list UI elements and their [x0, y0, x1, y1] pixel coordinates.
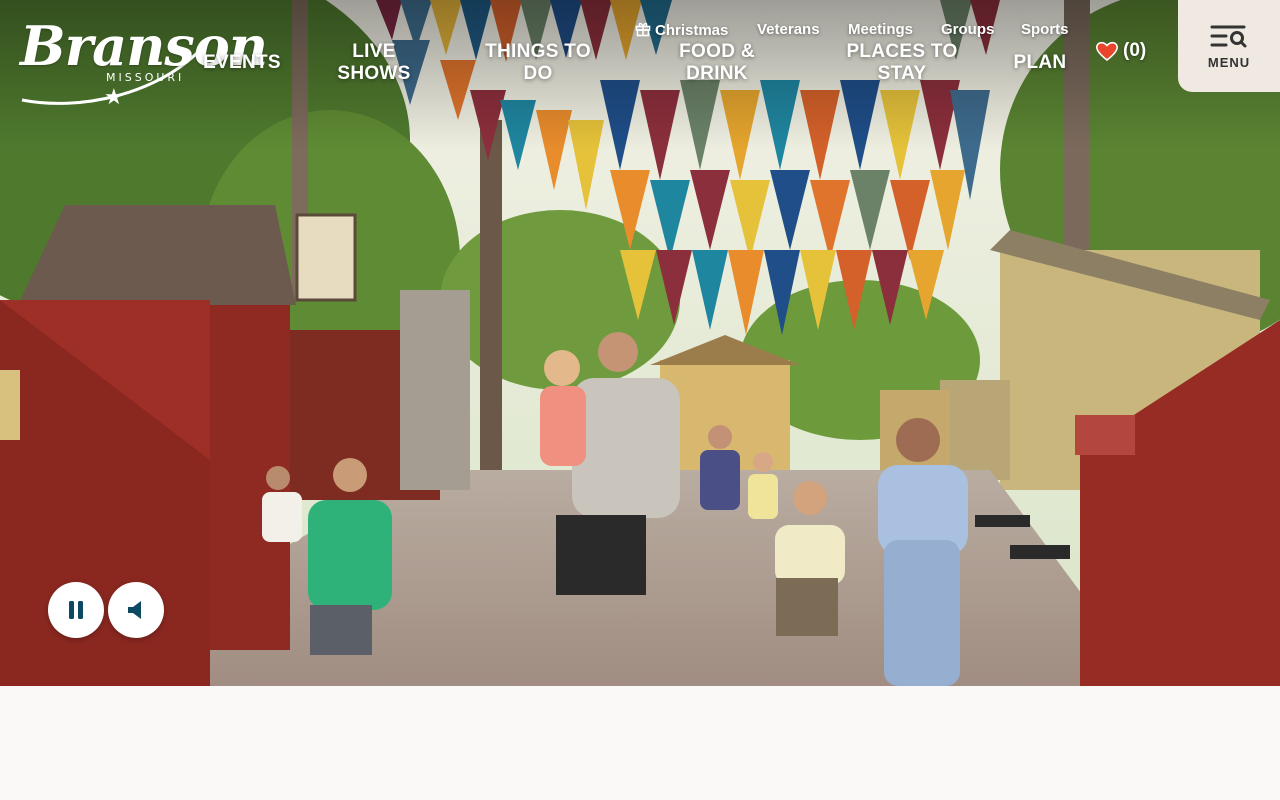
branson-logo[interactable]: Branson MISSOURI ★: [18, 16, 268, 111]
logo-state: MISSOURI: [106, 71, 185, 84]
nav-things-to-do[interactable]: THINGS TO DO: [474, 41, 602, 85]
nav-food-drink[interactable]: FOOD & DRINK: [664, 41, 770, 85]
menu-button[interactable]: MENU: [1178, 0, 1280, 92]
nav-events[interactable]: EVENTS: [198, 52, 286, 74]
menu-label: MENU: [1207, 55, 1251, 70]
util-link-christmas[interactable]: Christmas: [635, 21, 728, 41]
util-link-groups[interactable]: Groups: [941, 21, 994, 41]
util-link-christmas-label: Christmas: [655, 22, 729, 39]
volume-icon: [128, 601, 141, 619]
menu-search-icon: [1210, 25, 1247, 48]
nav-live-shows[interactable]: LIVE SHOWS: [326, 41, 422, 85]
logo-star-icon: ★: [104, 84, 124, 109]
util-link-veterans[interactable]: Veterans: [757, 21, 820, 41]
heart-icon: [1095, 41, 1119, 62]
favorites-count: (0): [1123, 40, 1147, 61]
nav-places-to-stay[interactable]: PLACES TO STAY: [840, 41, 964, 85]
util-link-meetings[interactable]: Meetings: [848, 21, 913, 41]
video-mute-button[interactable]: [108, 582, 164, 638]
gift-icon: [635, 22, 651, 37]
favorites-button[interactable]: (0): [1095, 38, 1146, 64]
pause-icon: [69, 601, 83, 619]
video-pause-button[interactable]: [48, 582, 104, 638]
util-link-sports[interactable]: Sports: [1021, 21, 1069, 41]
nav-plan[interactable]: PLAN: [1006, 52, 1074, 74]
